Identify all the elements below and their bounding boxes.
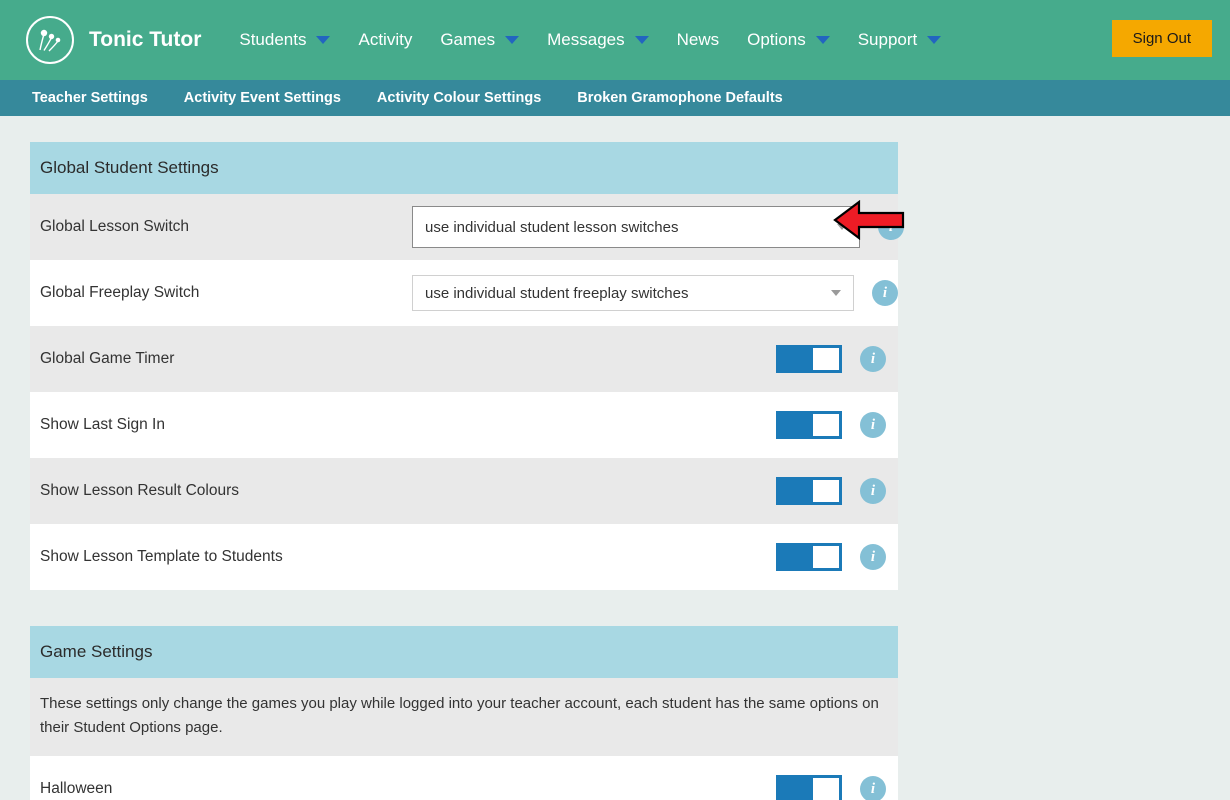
toggle-knob <box>813 414 839 436</box>
subnav-item-broken-gramophone-defaults[interactable]: Broken Gramophone Defaults <box>577 90 782 106</box>
nav-item-students[interactable]: Students <box>225 0 344 80</box>
global-freeplay-switch-select[interactable]: use individual student freeplay switches <box>412 275 854 311</box>
select-value: use individual student freeplay switches <box>425 285 688 302</box>
setting-control: use individual student freeplay switches… <box>412 275 910 311</box>
setting-control: i <box>412 775 898 800</box>
main-nav-items: Students Activity Games Messages News Op… <box>225 0 955 80</box>
nav-label: Options <box>747 30 806 50</box>
setting-row-global-lesson-switch: Global Lesson Switch use individual stud… <box>30 194 898 260</box>
chevron-down-icon <box>927 36 941 44</box>
setting-label: Global Lesson Switch <box>40 218 412 236</box>
global-game-timer-toggle[interactable] <box>776 345 842 373</box>
setting-label: Show Lesson Template to Students <box>40 548 412 566</box>
nav-label: Students <box>239 30 306 50</box>
chevron-down-icon <box>635 36 649 44</box>
game-settings-panel: Game Settings These settings only change… <box>30 626 898 800</box>
nav-item-support[interactable]: Support <box>844 0 956 80</box>
nav-item-news[interactable]: News <box>663 0 734 80</box>
info-icon[interactable]: i <box>860 412 886 438</box>
top-navigation-bar: Tonic Tutor Students Activity Games Mess… <box>0 0 1230 80</box>
info-icon[interactable]: i <box>860 544 886 570</box>
nav-item-games[interactable]: Games <box>426 0 533 80</box>
info-icon[interactable]: i <box>860 478 886 504</box>
toggle-knob <box>813 480 839 502</box>
setting-label: Global Freeplay Switch <box>40 284 412 302</box>
control-right: i <box>776 411 898 439</box>
panel-title: Game Settings <box>30 626 898 678</box>
setting-row-show-lesson-template-to-students: Show Lesson Template to Students i <box>30 524 898 590</box>
nav-label: Support <box>858 30 918 50</box>
nav-label: Games <box>440 30 495 50</box>
subnav-item-activity-event-settings[interactable]: Activity Event Settings <box>184 90 341 106</box>
subnav-item-activity-colour-settings[interactable]: Activity Colour Settings <box>377 90 541 106</box>
toggle-knob <box>813 348 839 370</box>
setting-row-show-lesson-result-colours: Show Lesson Result Colours i <box>30 458 898 524</box>
setting-row-halloween: Halloween i <box>30 756 898 800</box>
chevron-down-icon <box>505 36 519 44</box>
halloween-toggle[interactable] <box>776 775 842 800</box>
nav-item-options[interactable]: Options <box>733 0 844 80</box>
info-icon[interactable]: i <box>860 776 886 800</box>
setting-label: Show Last Sign In <box>40 416 412 434</box>
setting-control: i <box>412 543 898 571</box>
global-lesson-switch-select[interactable]: use individual student lesson switches <box>412 206 860 248</box>
panel-title: Global Student Settings <box>30 142 898 194</box>
sub-navigation-bar: Teacher Settings Activity Event Settings… <box>0 80 1230 116</box>
setting-control: use individual student lesson switches i <box>412 206 916 248</box>
control-right: i <box>860 214 916 240</box>
setting-row-global-game-timer: Global Game Timer i <box>30 326 898 392</box>
show-lesson-template-toggle[interactable] <box>776 543 842 571</box>
control-right: i <box>776 543 898 571</box>
main-content: Global Student Settings Global Lesson Sw… <box>0 116 1230 800</box>
nav-label: Activity <box>358 30 412 50</box>
sign-out-button[interactable]: Sign Out <box>1112 20 1212 57</box>
info-icon[interactable]: i <box>878 214 904 240</box>
show-lesson-result-colours-toggle[interactable] <box>776 477 842 505</box>
control-right: i <box>776 775 898 800</box>
nav-label: Messages <box>547 30 624 50</box>
setting-row-global-freeplay-switch: Global Freeplay Switch use individual st… <box>30 260 898 326</box>
info-icon[interactable]: i <box>860 346 886 372</box>
control-right: i <box>854 280 910 306</box>
setting-control: i <box>412 345 898 373</box>
info-icon[interactable]: i <box>872 280 898 306</box>
control-right: i <box>776 477 898 505</box>
chevron-down-icon <box>816 36 830 44</box>
setting-label: Global Game Timer <box>40 350 412 368</box>
setting-control: i <box>412 411 898 439</box>
toggle-knob <box>813 778 839 800</box>
setting-control: i <box>412 477 898 505</box>
tonic-tutor-logo-icon[interactable] <box>26 16 74 64</box>
nav-label: News <box>677 30 720 50</box>
chevron-down-icon <box>316 36 330 44</box>
setting-label: Halloween <box>40 780 412 798</box>
toggle-knob <box>813 546 839 568</box>
setting-row-show-last-sign-in: Show Last Sign In i <box>30 392 898 458</box>
select-value: use individual student lesson switches <box>425 219 678 236</box>
global-student-settings-panel: Global Student Settings Global Lesson Sw… <box>30 142 898 590</box>
chevron-down-icon <box>831 290 841 296</box>
control-right: i <box>776 345 898 373</box>
chevron-down-icon <box>837 224 847 230</box>
setting-label: Show Lesson Result Colours <box>40 482 412 500</box>
brand-title[interactable]: Tonic Tutor <box>89 28 201 52</box>
nav-item-messages[interactable]: Messages <box>533 0 662 80</box>
show-last-sign-in-toggle[interactable] <box>776 411 842 439</box>
game-settings-note: These settings only change the games you… <box>30 678 898 756</box>
nav-item-activity[interactable]: Activity <box>344 0 426 80</box>
subnav-item-teacher-settings[interactable]: Teacher Settings <box>32 90 148 106</box>
